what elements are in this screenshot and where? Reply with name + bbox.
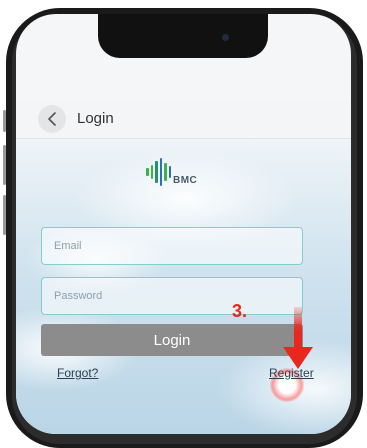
app-header: Login [16,100,351,139]
volume-up-button [3,145,6,185]
step-number-label: 3. [232,301,248,321]
volume-button [3,110,6,132]
logo-text: BMC [173,175,198,186]
camera-icon [222,34,229,41]
notch [98,14,268,58]
chevron-left-icon [48,112,56,126]
email-input[interactable] [41,227,303,265]
back-button[interactable] [38,105,66,133]
down-arrow-icon [283,307,313,369]
login-button-label: Login [153,331,191,349]
password-input[interactable] [41,277,303,315]
bmc-logo: BMC [146,158,197,186]
forgot-link[interactable]: Forgot? [57,366,98,380]
logo-bars-icon [146,158,171,186]
volume-down-button [3,195,6,235]
login-button[interactable]: Login [41,324,303,356]
page-title: Login [77,110,114,127]
